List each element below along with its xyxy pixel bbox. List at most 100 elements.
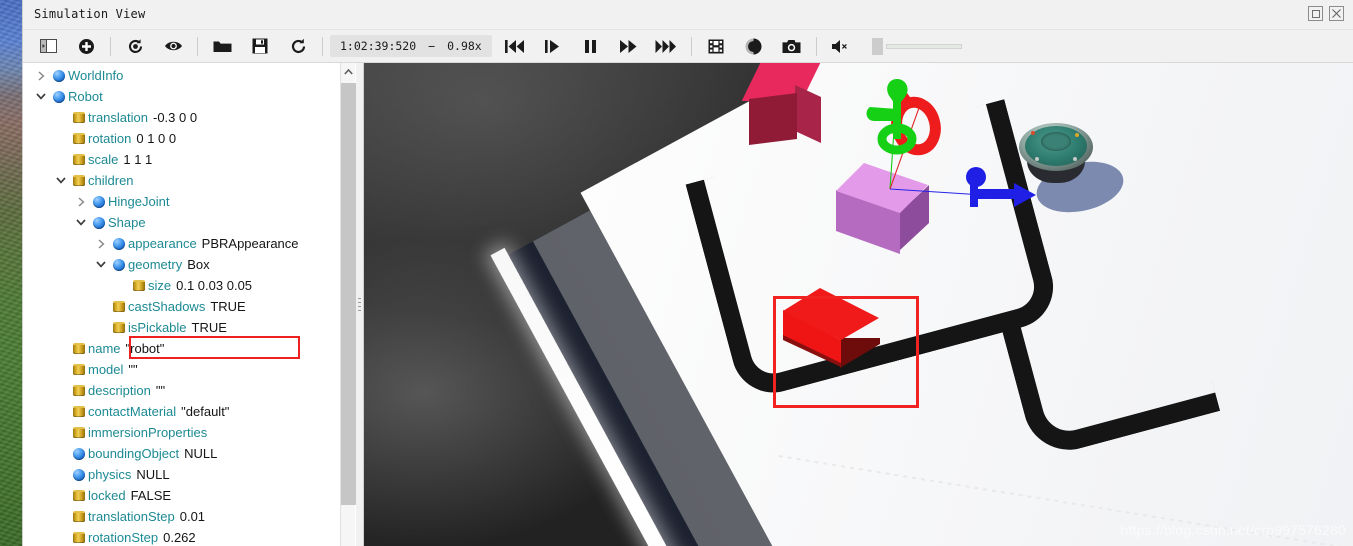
cylinder-icon-glyph	[132, 280, 145, 291]
tree-row[interactable]: translation -0.3 0 0	[23, 107, 354, 128]
tree-row[interactable]: size 0.1 0.03 0.05	[23, 275, 354, 296]
tree-row[interactable]: geometry Box	[23, 254, 354, 275]
tree-row[interactable]: appearance PBRAppearance	[23, 233, 354, 254]
tree-item-label: HingeJoint	[108, 194, 170, 209]
pause-button[interactable]	[572, 32, 610, 60]
cylinder-icon	[69, 112, 88, 123]
chevron-down-icon[interactable]	[33, 86, 49, 107]
volume-slider[interactable]	[871, 36, 962, 56]
cylinder-icon	[69, 364, 88, 375]
toolbar-separator	[690, 36, 692, 56]
tree-item-label: translation	[88, 110, 148, 125]
cylinder-icon-glyph	[112, 301, 125, 312]
scene-tree-scrollbar[interactable]	[340, 63, 356, 546]
tree-row[interactable]: translationStep 0.01	[23, 506, 354, 527]
splitter-grip-icon	[358, 297, 361, 312]
cylinder-icon-glyph	[72, 364, 85, 375]
movie-button[interactable]	[697, 32, 735, 60]
view-button[interactable]	[154, 32, 192, 60]
tree-row[interactable]: WorldInfo	[23, 65, 354, 86]
chevron-right-icon[interactable]	[33, 65, 49, 86]
cylinder-icon	[69, 406, 88, 417]
cylinder-icon-glyph	[72, 154, 85, 165]
play-button[interactable]	[610, 32, 648, 60]
fast-run-button[interactable]	[648, 32, 686, 60]
chevron-right-icon[interactable]	[73, 191, 89, 212]
record-button[interactable]	[735, 32, 773, 60]
add-node-button[interactable]	[67, 32, 105, 60]
chevron-right-icon[interactable]	[93, 233, 109, 254]
cylinder-icon-glyph	[72, 385, 85, 396]
reload-icon	[128, 38, 142, 53]
chevron-down-icon[interactable]	[53, 170, 69, 191]
volume-thumb[interactable]	[871, 38, 883, 55]
sphere-icon	[49, 69, 68, 82]
tree-row[interactable]: Robot	[23, 86, 354, 107]
tree-row[interactable]: model ""	[23, 359, 354, 380]
tree-item-value: ""	[128, 362, 138, 377]
crimson-box[interactable]	[741, 63, 855, 163]
cylinder-icon	[69, 490, 88, 501]
tree-row[interactable]: rotationStep 0.262	[23, 527, 354, 546]
tree-row[interactable]: castShadows TRUE	[23, 296, 354, 317]
cylinder-icon-glyph	[112, 322, 125, 333]
scrollbar-up-button[interactable]	[341, 63, 356, 80]
chevron-up-icon	[344, 68, 353, 75]
chevron-down-icon[interactable]	[93, 254, 109, 275]
mute-button[interactable]	[822, 32, 860, 60]
tree-row[interactable]: Shape	[23, 212, 354, 233]
film-icon	[708, 39, 724, 53]
scrollbar-thumb[interactable]	[341, 83, 356, 505]
tree-item-label: scale	[88, 152, 119, 167]
scene-tree-list: WorldInfo Robot translation -0.3 0 0 rotatio…	[23, 65, 354, 546]
open-world-button[interactable]	[203, 32, 241, 60]
reset-button[interactable]	[279, 32, 317, 60]
tree-row[interactable]: rotation 0 1 0 0	[23, 128, 354, 149]
cylinder-icon-glyph	[72, 427, 85, 438]
tree-row[interactable]: physics NULL	[23, 464, 354, 485]
red-box[interactable]	[783, 288, 897, 398]
tree-item-value: "default"	[181, 404, 230, 419]
tree-row[interactable]: boundingObject NULL	[23, 443, 354, 464]
tree-row[interactable]: isPickable TRUE	[23, 317, 354, 338]
cylinder-icon-glyph	[72, 133, 85, 144]
tree-item-label: Robot	[68, 89, 103, 104]
tree-item-value: 0.1 0.03 0.05	[176, 278, 253, 293]
tree-item-value: NULL	[184, 446, 218, 461]
step-button[interactable]	[534, 32, 572, 60]
sphere-icon	[69, 447, 88, 460]
tree-row[interactable]: children	[23, 170, 354, 191]
tree-item-label: locked	[88, 488, 126, 503]
tree-row[interactable]: scale 1 1 1	[23, 149, 354, 170]
cylinder-icon-glyph	[72, 406, 85, 417]
tree-row[interactable]: contactMaterial "default"	[23, 401, 354, 422]
simulation-3d-viewport[interactable]: https://blog.csdn.net/crp997576280	[364, 63, 1353, 546]
panel-splitter[interactable]	[356, 63, 363, 546]
restore-window-button[interactable]	[1308, 6, 1323, 21]
tree-item-value: 0.262	[163, 530, 196, 545]
transform-gizmo[interactable]	[864, 71, 1074, 251]
tree-row[interactable]: immersionProperties	[23, 422, 354, 443]
reload-world-button[interactable]	[116, 32, 154, 60]
simulation-time-display[interactable]: 1:02:39:520 − 0.98x	[330, 35, 492, 57]
toggle-panel-button[interactable]	[29, 32, 67, 60]
save-world-button[interactable]	[241, 32, 279, 60]
screenshot-button[interactable]	[773, 32, 811, 60]
desktop-background: Simulation View 1:02:39:520 − 0.98x Worl…	[0, 0, 1353, 546]
tree-row[interactable]: HingeJoint	[23, 191, 354, 212]
tree-row[interactable]: name "robot"	[23, 338, 354, 359]
tree-row[interactable]: description ""	[23, 380, 354, 401]
close-window-button[interactable]	[1329, 6, 1344, 21]
tree-item-label: rotationStep	[88, 530, 159, 545]
speed-decrease-icon[interactable]: −	[428, 39, 435, 53]
tree-row[interactable]: locked FALSE	[23, 485, 354, 506]
cylinder-icon-glyph	[72, 490, 85, 501]
chevron-down-icon[interactable]	[73, 212, 89, 233]
crimson-box-front	[749, 93, 797, 145]
sphere-icon-glyph	[112, 237, 125, 250]
rewind-button[interactable]	[496, 32, 534, 60]
